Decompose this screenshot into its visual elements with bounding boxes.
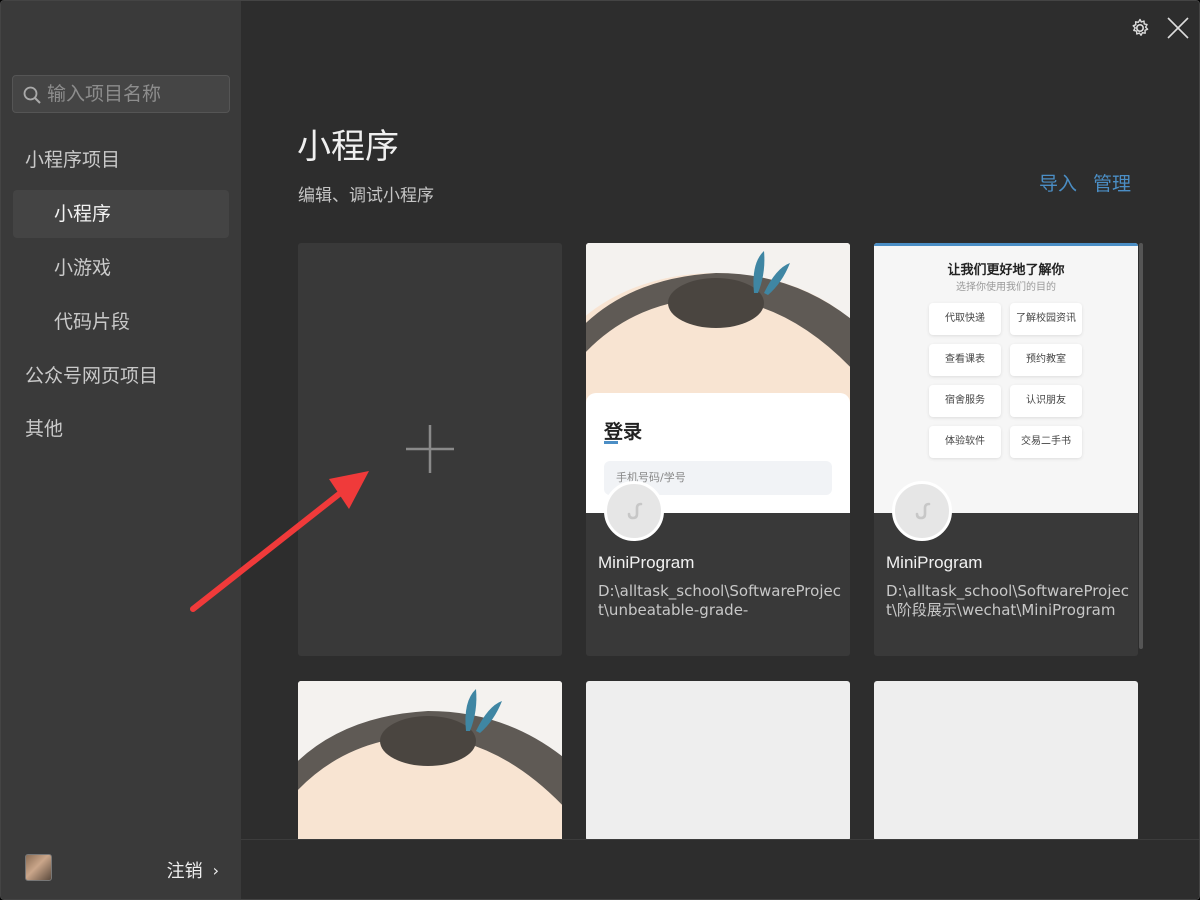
sidebar: 小程序项目 小程序 小游戏 代码片段 公众号网页项目 其他 注销 ›	[1, 1, 241, 899]
close-button[interactable]	[1163, 13, 1193, 43]
header-actions: 导入 管理	[1039, 169, 1131, 196]
preview-option: 代取快递	[929, 303, 1001, 335]
project-card[interactable]	[874, 681, 1138, 841]
project-card[interactable]: 登录 手机号码/学号 MiniProgram D:\alltask_school…	[586, 243, 850, 656]
preview-option: 宿舍服务	[929, 385, 1001, 417]
avatar[interactable]	[25, 854, 52, 881]
miniprogram-logo-icon	[604, 481, 664, 541]
page-title: 小程序	[297, 127, 399, 167]
project-path: D:\alltask_school\SoftwareProject\阶段展示\w…	[886, 582, 1129, 619]
logout-button[interactable]: 注销 ›	[167, 857, 219, 883]
preview-heading: 让我们更好地了解你	[947, 263, 1065, 278]
project-thumbnail: 让我们更好地了解你 选择你使用我们的目的 代取快递 了解校园资讯 查看课表 预约…	[874, 243, 1138, 513]
miniprogram-logo-icon	[892, 481, 952, 541]
gear-icon	[1132, 18, 1149, 36]
settings-button[interactable]	[1125, 13, 1155, 43]
search-icon	[23, 86, 41, 104]
new-project-card[interactable]	[298, 243, 562, 656]
project-thumbnail: 登录 手机号码/学号	[586, 243, 850, 513]
preview-option: 交易二手书	[1010, 426, 1082, 458]
plus-icon	[406, 425, 454, 473]
project-path: D:\alltask_school\SoftwareProject\unbeat…	[598, 582, 841, 619]
main-panel: 小程序 编辑、调试小程序 导入 管理 登录 手机号码/学号 MiniProgra…	[241, 1, 1199, 899]
scrollbar[interactable]	[1139, 243, 1143, 649]
app-window: 小程序项目 小程序 小游戏 代码片段 公众号网页项目 其他 注销 ›	[0, 0, 1200, 900]
sidebar-item-official-account-web[interactable]: 公众号网页项目	[13, 352, 229, 400]
preview-option: 预约教室	[1010, 344, 1082, 376]
close-icon	[1167, 17, 1189, 39]
logout-label: 注销	[166, 861, 203, 882]
import-link[interactable]: 导入	[1039, 169, 1077, 196]
project-card[interactable]	[586, 681, 850, 841]
project-name: MiniProgram	[886, 553, 983, 572]
project-card[interactable]: 让我们更好地了解你 选择你使用我们的目的 代取快递 了解校园资讯 查看课表 预约…	[874, 243, 1138, 656]
page-subtitle: 编辑、调试小程序	[298, 186, 434, 206]
bottom-bar	[241, 839, 1199, 899]
preview-option: 了解校园资讯	[1010, 303, 1082, 335]
sidebar-item-minigame[interactable]: 小游戏	[13, 244, 229, 292]
sidebar-item-miniprogram-projects[interactable]: 小程序项目	[13, 136, 229, 184]
title-underline	[604, 441, 618, 444]
project-card[interactable]	[298, 681, 562, 841]
preview-subheading: 选择你使用我们的目的	[956, 282, 1056, 293]
project-thumbnail	[298, 681, 562, 841]
user-bar: 注销 ›	[1, 839, 241, 899]
sidebar-item-code-snippets[interactable]: 代码片段	[13, 298, 229, 346]
preview-login-title: 登录	[604, 421, 643, 443]
preview-option: 查看课表	[929, 344, 1001, 376]
project-name: MiniProgram	[598, 553, 695, 572]
chevron-right-icon: ›	[212, 860, 219, 880]
search-box[interactable]	[12, 75, 230, 113]
cartoon-head-illustration	[298, 681, 562, 841]
preview-option: 认识朋友	[1010, 385, 1082, 417]
window-controls	[1125, 13, 1193, 43]
manage-link[interactable]: 管理	[1093, 169, 1131, 196]
preview-option: 体验软件	[929, 426, 1001, 458]
search-input[interactable]	[47, 80, 223, 108]
sidebar-item-miniprogram[interactable]: 小程序	[13, 190, 229, 238]
sidebar-item-other[interactable]: 其他	[13, 405, 229, 453]
